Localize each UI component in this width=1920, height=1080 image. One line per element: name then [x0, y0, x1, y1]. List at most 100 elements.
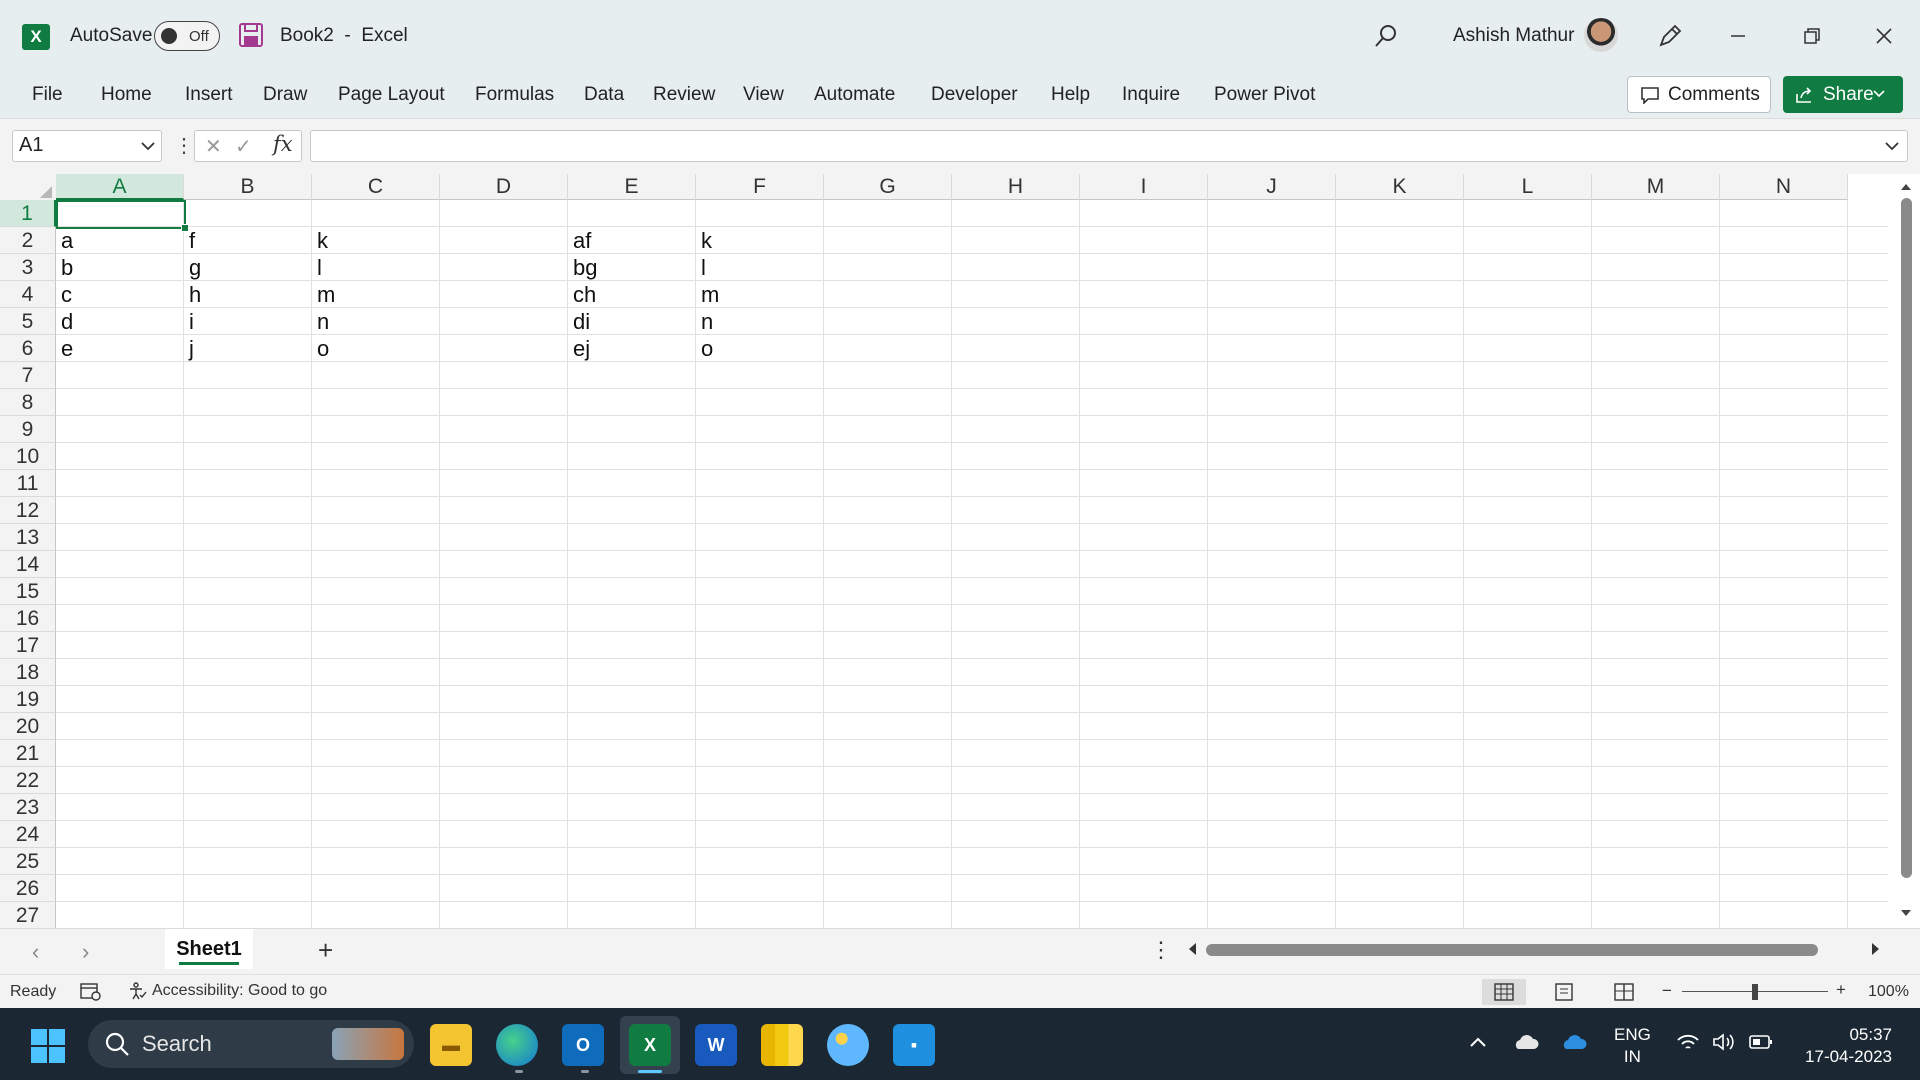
cell-c3[interactable]: l [312, 254, 322, 281]
zoom-level[interactable]: 100% [1868, 983, 1909, 1001]
comments-button[interactable]: Comments [1627, 76, 1771, 113]
row-header-10[interactable]: 10 [0, 443, 56, 470]
onedrive-business-icon[interactable] [1560, 1032, 1588, 1052]
column-header-m[interactable]: M [1592, 174, 1720, 200]
cell-e2[interactable]: af [568, 227, 591, 254]
avatar[interactable] [1584, 18, 1618, 52]
cell-e4[interactable]: ch [568, 281, 596, 308]
prev-sheet-icon[interactable]: ‹ [32, 939, 39, 965]
active-cell-cursor[interactable] [56, 200, 186, 229]
wifi-icon[interactable] [1676, 1032, 1700, 1052]
formula-input[interactable] [310, 130, 1908, 162]
cell-b4[interactable]: h [184, 281, 201, 308]
cell-f2[interactable]: k [696, 227, 712, 254]
close-button[interactable] [1866, 18, 1902, 54]
tab-review[interactable]: Review [653, 84, 715, 106]
language-indicator[interactable]: ENG IN [1614, 1024, 1651, 1068]
column-header-h[interactable]: H [952, 174, 1080, 200]
zoom-knob[interactable] [1752, 984, 1758, 1000]
scroll-left-icon[interactable] [1184, 937, 1200, 961]
search-icon[interactable] [1372, 22, 1400, 50]
chevron-down-icon[interactable] [1873, 85, 1885, 103]
cell-a4[interactable]: c [56, 281, 72, 308]
select-all-button[interactable] [0, 174, 56, 200]
word-icon[interactable]: W [695, 1024, 737, 1066]
tab-inquire[interactable]: Inquire [1122, 84, 1180, 106]
excel-taskbar-icon[interactable]: X [629, 1024, 671, 1066]
row-header-24[interactable]: 24 [0, 821, 56, 848]
outlook-icon[interactable]: O [562, 1024, 604, 1066]
column-header-d[interactable]: D [440, 174, 568, 200]
cell-c6[interactable]: o [312, 335, 329, 362]
column-header-b[interactable]: B [184, 174, 312, 200]
clock[interactable]: 05:37 17-04-2023 [1796, 1024, 1892, 1068]
column-header-k[interactable]: K [1336, 174, 1464, 200]
cell-b6[interactable]: j [184, 335, 194, 362]
more-options-icon[interactable]: ⋮ [174, 133, 194, 158]
row-header-2[interactable]: 2 [0, 227, 56, 254]
edge-icon[interactable] [496, 1024, 538, 1066]
row-header-15[interactable]: 15 [0, 578, 56, 605]
save-icon[interactable] [238, 22, 264, 48]
battery-icon[interactable] [1748, 1032, 1774, 1052]
tab-power-pivot[interactable]: Power Pivot [1214, 84, 1315, 106]
show-hidden-icons-icon[interactable] [1468, 1032, 1488, 1052]
insert-function-button[interactable]: fx [273, 132, 293, 156]
cell-b5[interactable]: i [184, 308, 194, 335]
tab-insert[interactable]: Insert [185, 84, 233, 106]
tab-automate[interactable]: Automate [814, 84, 895, 106]
macro-record-icon[interactable] [80, 982, 102, 1002]
enter-icon[interactable]: ✓ [235, 134, 252, 159]
tab-developer[interactable]: Developer [931, 84, 1018, 106]
row-header-6[interactable]: 6 [0, 335, 56, 362]
horizontal-scrollbar[interactable] [1184, 937, 1884, 961]
row-header-19[interactable]: 19 [0, 686, 56, 713]
file-explorer-icon[interactable]: ▬ [430, 1024, 472, 1066]
cell-a3[interactable]: b [56, 254, 73, 281]
chevron-down-icon[interactable] [141, 141, 155, 151]
designer-pen-icon[interactable] [1656, 22, 1684, 50]
cancel-icon[interactable]: ✕ [205, 134, 222, 159]
row-header-5[interactable]: 5 [0, 308, 56, 335]
column-header-l[interactable]: L [1464, 174, 1592, 200]
row-header-1[interactable]: 1 [0, 200, 56, 227]
page-break-view-button[interactable] [1602, 979, 1646, 1005]
cell-e6[interactable]: ej [568, 335, 590, 362]
row-header-14[interactable]: 14 [0, 551, 56, 578]
autosave-toggle[interactable]: Off [154, 21, 220, 51]
cell-c2[interactable]: k [312, 227, 328, 254]
user-name[interactable]: Ashish Mathur [1453, 25, 1574, 47]
next-sheet-icon[interactable]: › [82, 939, 89, 965]
cell-a2[interactable]: a [56, 227, 73, 254]
tab-formulas[interactable]: Formulas [475, 84, 554, 106]
expand-formula-bar-icon[interactable] [1885, 141, 1899, 151]
scroll-right-icon[interactable] [1868, 937, 1884, 961]
onedrive-personal-icon[interactable] [1512, 1032, 1540, 1052]
minimize-button[interactable] [1720, 18, 1756, 54]
vertical-scrollbar[interactable] [1892, 174, 1920, 928]
tab-home[interactable]: Home [101, 84, 152, 106]
cell-e3[interactable]: bg [568, 254, 597, 281]
column-header-a[interactable]: A [56, 174, 184, 200]
cell-f3[interactable]: l [696, 254, 706, 281]
row-header-13[interactable]: 13 [0, 524, 56, 551]
row-header-23[interactable]: 23 [0, 794, 56, 821]
column-header-n[interactable]: N [1720, 174, 1848, 200]
row-header-12[interactable]: 12 [0, 497, 56, 524]
share-button[interactable]: Share [1783, 76, 1903, 113]
cell-c4[interactable]: m [312, 281, 335, 308]
power-bi-icon[interactable] [761, 1024, 803, 1066]
tab-data[interactable]: Data [584, 84, 624, 106]
row-header-7[interactable]: 7 [0, 362, 56, 389]
tab-view[interactable]: View [743, 84, 784, 106]
column-header-i[interactable]: I [1080, 174, 1208, 200]
scroll-down-icon[interactable] [1892, 906, 1920, 922]
more-options-icon[interactable]: ⋮ [1150, 937, 1172, 963]
cell-f6[interactable]: o [696, 335, 713, 362]
cell-a5[interactable]: d [56, 308, 73, 335]
cell-f5[interactable]: n [696, 308, 713, 335]
taskbar-search[interactable]: Search [88, 1020, 414, 1068]
column-header-c[interactable]: C [312, 174, 440, 200]
cell-area[interactable]: afkafkbglbglchmchmdindinejoejo [56, 200, 1888, 928]
horizontal-scroll-thumb[interactable] [1206, 944, 1818, 956]
